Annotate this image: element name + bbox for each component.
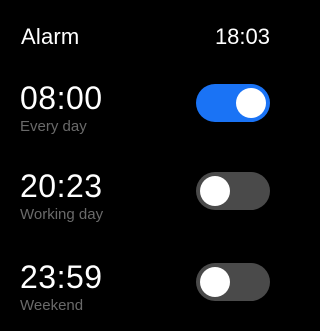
toggle-knob: [200, 267, 230, 297]
alarm-screen: Alarm 18:03 08:00 Every day 20:23 Workin…: [0, 0, 276, 331]
alarm-repeat-label: Every day: [20, 118, 87, 135]
alarm-repeat-label: Weekend: [20, 297, 84, 314]
toggle-knob: [236, 88, 266, 118]
header: Alarm 18:03: [0, 0, 276, 60]
alarm-toggle[interactable]: [196, 172, 270, 210]
alarm-item-1[interactable]: 20:23 Working day: [0, 168, 276, 236]
toggle-knob: [200, 176, 230, 206]
alarm-time: 08:00: [20, 80, 103, 116]
alarm-toggle[interactable]: [196, 84, 270, 122]
alarm-repeat-label: Working day: [20, 206, 104, 223]
page-title: Alarm: [21, 24, 80, 49]
alarm-time: 23:59: [20, 259, 103, 295]
status-clock: 18:03: [214, 24, 270, 49]
alarm-item-0[interactable]: 08:00 Every day: [0, 80, 276, 148]
alarm-item-2[interactable]: 23:59 Weekend: [0, 259, 276, 327]
alarm-toggle[interactable]: [196, 263, 270, 301]
alarm-time: 20:23: [20, 168, 103, 204]
